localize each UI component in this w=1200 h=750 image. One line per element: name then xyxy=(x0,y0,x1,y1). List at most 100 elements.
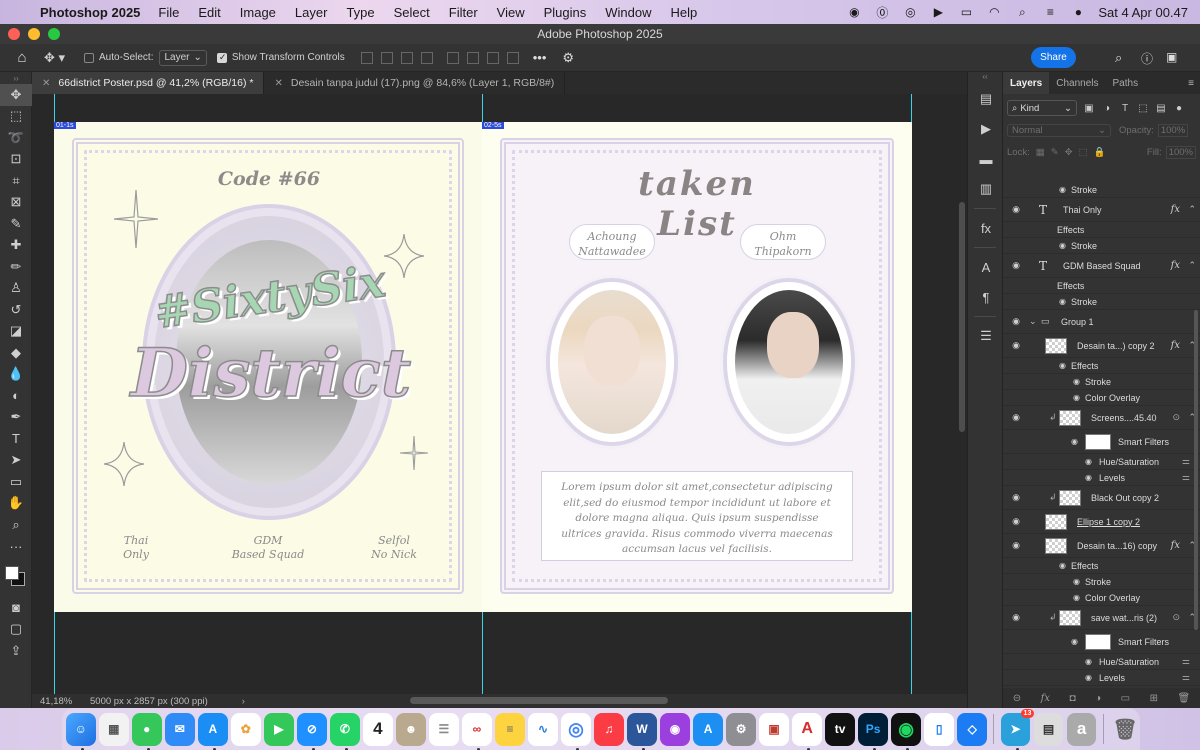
eye-icon[interactable]: ◉ xyxy=(1059,361,1066,370)
layer-effects-row[interactable]: ◉ Effects xyxy=(1003,358,1200,374)
simulator-icon[interactable]: ▯ xyxy=(924,712,954,746)
control-center-icon[interactable]: ≡ xyxy=(1042,4,1058,20)
minimize-window-button[interactable] xyxy=(28,28,40,40)
menu-view[interactable]: View xyxy=(497,5,525,20)
eye-icon[interactable]: ◉ xyxy=(1010,316,1022,327)
eye-icon[interactable]: ◉ xyxy=(1085,673,1092,682)
blur-tool-icon[interactable]: 💧 xyxy=(0,364,32,386)
properties-panel-icon[interactable]: ▥ xyxy=(968,174,1004,204)
menu-layer[interactable]: Layer xyxy=(295,5,328,20)
smart-object-layer-row[interactable]: ◉ ↲ save wat...ris (2) ⊙ ⌃ xyxy=(1003,606,1200,630)
healing-brush-icon[interactable]: ✚ xyxy=(0,235,32,257)
history-panel-icon[interactable]: ▤ xyxy=(968,84,1004,114)
share-button[interactable]: Share xyxy=(1031,47,1076,68)
whatsapp-icon[interactable]: ✆ xyxy=(330,712,360,750)
auto-select-checkbox[interactable] xyxy=(84,52,94,63)
edit-toolbar-icon[interactable]: ··· xyxy=(0,536,32,558)
adjustments-panel-icon[interactable]: ☰ xyxy=(968,321,1004,351)
text-app-icon[interactable]: a xyxy=(1066,712,1097,746)
auto-select-dropdown[interactable]: Layer ⌄ xyxy=(159,49,207,66)
layers-scrollbar[interactable] xyxy=(1194,310,1198,630)
align-top-icon[interactable] xyxy=(446,51,459,64)
creative-cloud-icon[interactable]: ◉ xyxy=(846,4,862,20)
reminders-icon[interactable]: ☰ xyxy=(429,712,459,746)
system-settings-icon[interactable]: ⚙ xyxy=(726,712,756,746)
telegram-icon[interactable]: ➤ 13 xyxy=(1000,708,1035,750)
path-select-icon[interactable]: ➤ xyxy=(0,450,32,472)
hand-tool-icon[interactable]: ✋ xyxy=(0,493,32,515)
menu-file[interactable]: File xyxy=(158,5,179,20)
add-style-icon[interactable]: fx xyxy=(1041,693,1050,704)
delete-layer-icon[interactable]: 🗑 xyxy=(1178,693,1191,704)
filter-options-icon[interactable]: ⚌ xyxy=(1182,472,1190,483)
tab-layers[interactable]: Layers xyxy=(1003,72,1050,94)
artboard-label[interactable]: 01-1s xyxy=(54,122,76,129)
photoshop-icon[interactable]: Ps xyxy=(858,712,888,750)
siri-icon[interactable]: ● xyxy=(1070,4,1086,20)
xcode-icon[interactable]: ◇ xyxy=(957,712,987,746)
add-mask-icon[interactable]: ◘ xyxy=(1070,693,1076,704)
messages-icon[interactable]: ● xyxy=(132,712,162,750)
contacts-icon[interactable]: ☻ xyxy=(396,712,426,746)
layer-effects-row[interactable]: ◉ Effects xyxy=(1003,558,1200,574)
document-dimensions[interactable]: 5000 px x 2857 px (300 ppi) xyxy=(90,696,208,707)
blend-mode-dropdown[interactable]: Normal ⌄ xyxy=(1007,123,1111,137)
poster-left[interactable]: 01-1s Code #66 #SixtySix District Thai O… xyxy=(54,122,482,612)
music-icon[interactable]: ♫ xyxy=(594,712,624,746)
vpn-icon[interactable]: ◎ xyxy=(902,4,918,20)
eye-icon[interactable]: ◉ xyxy=(1073,577,1080,586)
smart-filter-row[interactable]: ◉ Levels ⚌ xyxy=(1003,670,1200,686)
collapse-arrow-icon[interactable]: ⌃ xyxy=(1188,204,1196,215)
vertical-scrollbar[interactable] xyxy=(959,202,965,432)
fx-icon[interactable]: fx xyxy=(1171,260,1180,271)
distribute-icon[interactable] xyxy=(420,51,433,64)
photos-icon[interactable]: ✿ xyxy=(231,712,261,746)
zoom-level[interactable]: 41,18% xyxy=(32,696,76,707)
notes-icon[interactable]: ≡ xyxy=(495,712,525,746)
move-tool-icon[interactable]: ✥ xyxy=(0,84,32,106)
auto-select-checkbox-wrap[interactable]: Auto-Select: Layer ⌄ xyxy=(84,49,207,66)
filter-options-icon[interactable]: ⚌ xyxy=(1182,656,1190,667)
input-method-icon[interactable]: ⓪ xyxy=(874,4,890,20)
canvas-area[interactable]: 01-1s Code #66 #SixtySix District Thai O… xyxy=(32,94,967,694)
history-brush-icon[interactable]: ↺ xyxy=(0,299,32,321)
apple-tv-icon[interactable]: tv xyxy=(825,712,855,746)
artboard[interactable]: 01-1s Code #66 #SixtySix District Thai O… xyxy=(54,122,912,612)
search-icon[interactable]: ⌕ xyxy=(1115,50,1122,66)
group-layer-row[interactable]: ◉ ⌄ ▭ Group 1 xyxy=(1003,310,1200,334)
color-swatches[interactable] xyxy=(0,557,32,597)
layer-effect-row[interactable]: ◉ Color Overlay xyxy=(1003,590,1200,606)
paragraph-panel-icon[interactable]: ¶ xyxy=(968,282,1004,312)
new-adjustment-icon[interactable]: ◑ xyxy=(1095,693,1101,704)
eye-icon[interactable]: ◉ xyxy=(1010,260,1022,271)
horizontal-scrollbar[interactable] xyxy=(410,697,668,704)
align-bottom-icon[interactable] xyxy=(486,51,499,64)
comments-panel-icon[interactable]: ▬ xyxy=(968,144,1004,174)
chrome-icon[interactable]: ◎ xyxy=(561,712,591,750)
paint-bucket-icon[interactable]: ◆ xyxy=(0,342,32,364)
chevron-down-icon[interactable]: ⌄ xyxy=(1029,316,1037,327)
share-export-icon[interactable]: ⇪ xyxy=(0,640,32,662)
menu-select[interactable]: Select xyxy=(394,5,430,20)
smart-object-layer-row[interactable]: ◉ ↲ Screens....45.40 ⊙ ⌃ xyxy=(1003,406,1200,430)
filter-kind-dropdown[interactable]: ⌕ Kind ⌄ xyxy=(1007,100,1077,116)
app-store-icon[interactable]: A xyxy=(693,712,723,746)
filter-pixel-icon[interactable]: ▣ xyxy=(1083,102,1095,114)
spotlight-search-icon[interactable]: ⌕ xyxy=(1014,4,1030,20)
zoom-tool-icon[interactable]: ⌕ xyxy=(0,514,32,536)
eye-icon[interactable]: ◉ xyxy=(1085,657,1092,666)
fill-field[interactable]: 100% xyxy=(1165,145,1196,159)
facetime-icon[interactable]: ▶ xyxy=(264,712,294,746)
character-panel-icon[interactable]: A xyxy=(968,252,1004,282)
object-select-tool-icon[interactable]: ⊡ xyxy=(0,149,32,171)
eye-icon[interactable]: ◉ xyxy=(1010,612,1022,623)
pen-tool-icon[interactable]: ✒ xyxy=(0,407,32,429)
align-right-icon[interactable] xyxy=(400,51,413,64)
text-layer-row[interactable]: ◉ T Thai Only fx ⌃ xyxy=(1003,198,1200,222)
word-icon[interactable]: W xyxy=(627,712,657,750)
lasso-tool-icon[interactable]: ➰ xyxy=(0,127,32,149)
eye-icon[interactable]: ◉ xyxy=(1073,393,1080,402)
layer-effects-row[interactable]: Effects xyxy=(1003,222,1200,238)
type-tool-icon[interactable]: T xyxy=(0,428,32,450)
eye-icon[interactable]: ◉ xyxy=(1071,437,1078,446)
